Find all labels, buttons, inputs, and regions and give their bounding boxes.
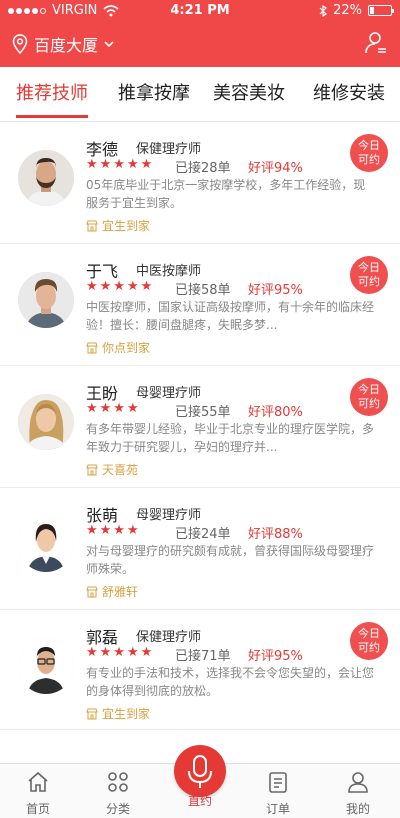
tab-massage[interactable]: 推拿按摩 — [118, 79, 190, 105]
positive-rate: 好评95% — [248, 283, 303, 298]
location-selector[interactable]: 百度大厦 — [12, 32, 114, 56]
technician-title: 中医按摩师 — [136, 264, 202, 279]
positive-rate: 好评80% — [248, 405, 303, 420]
battery-percent: 22% — [333, 3, 362, 18]
technician-description: 对与母婴理疗的研究颇有成就，曾获得国际级母婴理疗师殊荣。 — [86, 544, 375, 576]
microphone-icon — [188, 755, 212, 788]
technician-title: 母婴理疗师 — [136, 386, 202, 401]
location-label: 百度大厦 — [34, 36, 99, 55]
technician-title: 保健理疗师 — [136, 142, 202, 157]
avatar — [18, 516, 74, 572]
nav-profile-label: 我的 — [345, 802, 370, 816]
nav-home-label: 首页 — [25, 802, 50, 816]
badge-line1: 今日 — [358, 261, 380, 274]
app-header: VIRGIN 4:21 PM 22% 百度大厦 — [0, 0, 400, 67]
order-count: 已接71单 — [175, 649, 231, 664]
shop-icon — [86, 708, 98, 719]
tab-beauty[interactable]: 美容美妆 — [213, 79, 285, 105]
nav-orders[interactable]: 订单 — [248, 770, 308, 817]
technician-title: 母婴理疗师 — [136, 508, 202, 523]
shop-icon — [86, 586, 98, 597]
nav-category[interactable]: 分类 — [88, 770, 148, 817]
badge-line1: 今日 — [358, 627, 380, 640]
order-count: 已接58单 — [175, 283, 231, 298]
star-rating: ★★★★ — [86, 401, 141, 416]
store-name: 天喜苑 — [102, 463, 139, 477]
avatar — [18, 638, 74, 694]
nav-orders-label: 订单 — [265, 802, 290, 816]
technician-card[interactable]: 于飞 中医按摩师 ★★★★★ 已接58单 好评95% 中医按摩师，国家认证高级按… — [0, 244, 400, 366]
nav-profile[interactable]: 我的 — [328, 770, 388, 817]
location-pin-icon — [12, 34, 28, 54]
category-tabs: 推荐技师 推拿按摩 美容美妆 维修安装 — [0, 67, 400, 122]
shop-icon — [86, 464, 98, 475]
store-link[interactable]: 宜生到家 — [86, 705, 150, 722]
star-rating: ★★★★★ — [86, 645, 155, 660]
available-today-badge[interactable]: 今日 可约 — [350, 378, 388, 416]
shop-icon — [86, 342, 98, 353]
badge-line2: 可约 — [358, 275, 380, 288]
store-name: 你点到家 — [102, 341, 151, 355]
person-icon — [348, 772, 368, 793]
store-name: 宜生到家 — [102, 707, 151, 721]
order-count: 已接55单 — [175, 405, 231, 420]
star-rating: ★★★★ — [86, 523, 141, 538]
bluetooth-icon — [319, 4, 328, 17]
store-link[interactable]: 舒雅轩 — [86, 583, 138, 600]
tab-repair[interactable]: 维修安装 — [313, 79, 385, 105]
nav-home[interactable]: 首页 — [8, 770, 68, 817]
technician-description: 中医按摩师，国家认证高级按摩师，有十余年的临床经验！擅长：腰间盘腿疼，失眠多梦.… — [86, 300, 375, 332]
technician-card[interactable]: 李德 保健理疗师 ★★★★★ 已接28单 好评94% 05年底毕业于北京一家按摩… — [0, 122, 400, 244]
store-name: 舒雅轩 — [102, 585, 139, 599]
battery-icon — [368, 5, 394, 16]
available-today-badge[interactable]: 今日 可约 — [350, 256, 388, 294]
technician-description: 05年底毕业于北京一家按摩学校，多年工作经验，现服务于宜生到家。 — [86, 178, 366, 210]
technician-description: 有多年带婴儿经验，毕业于北京专业的理疗医学院，多年致力于研究婴儿，孕妇的理疗并.… — [86, 422, 375, 454]
technician-card[interactable]: 张萌 母婴理疗师 ★★★★ 已接24单 好评88% 对与母婴理疗的研究颇有成就，… — [0, 488, 400, 610]
star-rating: ★★★★★ — [86, 279, 155, 294]
badge-line1: 今日 — [358, 139, 380, 152]
order-count: 已接24单 — [175, 527, 231, 542]
technician-title: 保健理疗师 — [136, 630, 202, 645]
avatar — [18, 394, 74, 450]
store-link[interactable]: 宜生到家 — [86, 217, 150, 234]
home-icon — [28, 771, 48, 792]
nav-category-label: 分类 — [105, 802, 130, 816]
grid-icon — [108, 772, 128, 792]
avatar — [18, 150, 74, 206]
technician-card[interactable]: 王盼 母婴理疗师 ★★★★ 已接55单 好评80% 有多年带婴儿经验，毕业于北京… — [0, 366, 400, 488]
store-link[interactable]: 你点到家 — [86, 339, 150, 356]
positive-rate: 好评88% — [248, 527, 303, 542]
store-link[interactable]: 天喜苑 — [86, 461, 138, 478]
avatar — [18, 272, 74, 328]
positive-rate: 好评95% — [248, 649, 303, 664]
badge-line2: 可约 — [358, 397, 380, 410]
technician-card[interactable]: 郭磊 保健理疗师 ★★★★★ 已接71单 好评95% 有专业的手法和技术，选择我… — [0, 610, 400, 730]
badge-line1: 今日 — [358, 383, 380, 396]
voice-book-button[interactable] — [174, 745, 226, 797]
star-rating: ★★★★★ — [86, 157, 155, 172]
available-today-badge[interactable]: 今日 可约 — [350, 134, 388, 172]
store-name: 宜生到家 — [102, 219, 151, 233]
shop-icon — [86, 220, 98, 231]
badge-line2: 可约 — [358, 153, 380, 166]
tab-active-indicator — [16, 115, 88, 118]
user-settings-icon[interactable] — [364, 31, 388, 55]
order-count: 已接28单 — [175, 161, 231, 176]
status-bar: VIRGIN 4:21 PM 22% — [0, 0, 400, 22]
available-today-badge[interactable]: 今日 可约 — [350, 622, 388, 660]
chevron-down-icon — [104, 41, 114, 48]
document-icon — [269, 772, 287, 793]
technician-description: 有专业的手法和技术，选择我不会令您失望的，会让您的身体得到彻底的放松。 — [86, 666, 375, 698]
positive-rate: 好评94% — [248, 161, 303, 176]
badge-line2: 可约 — [358, 641, 380, 654]
tab-recommended[interactable]: 推荐技师 — [16, 79, 88, 105]
